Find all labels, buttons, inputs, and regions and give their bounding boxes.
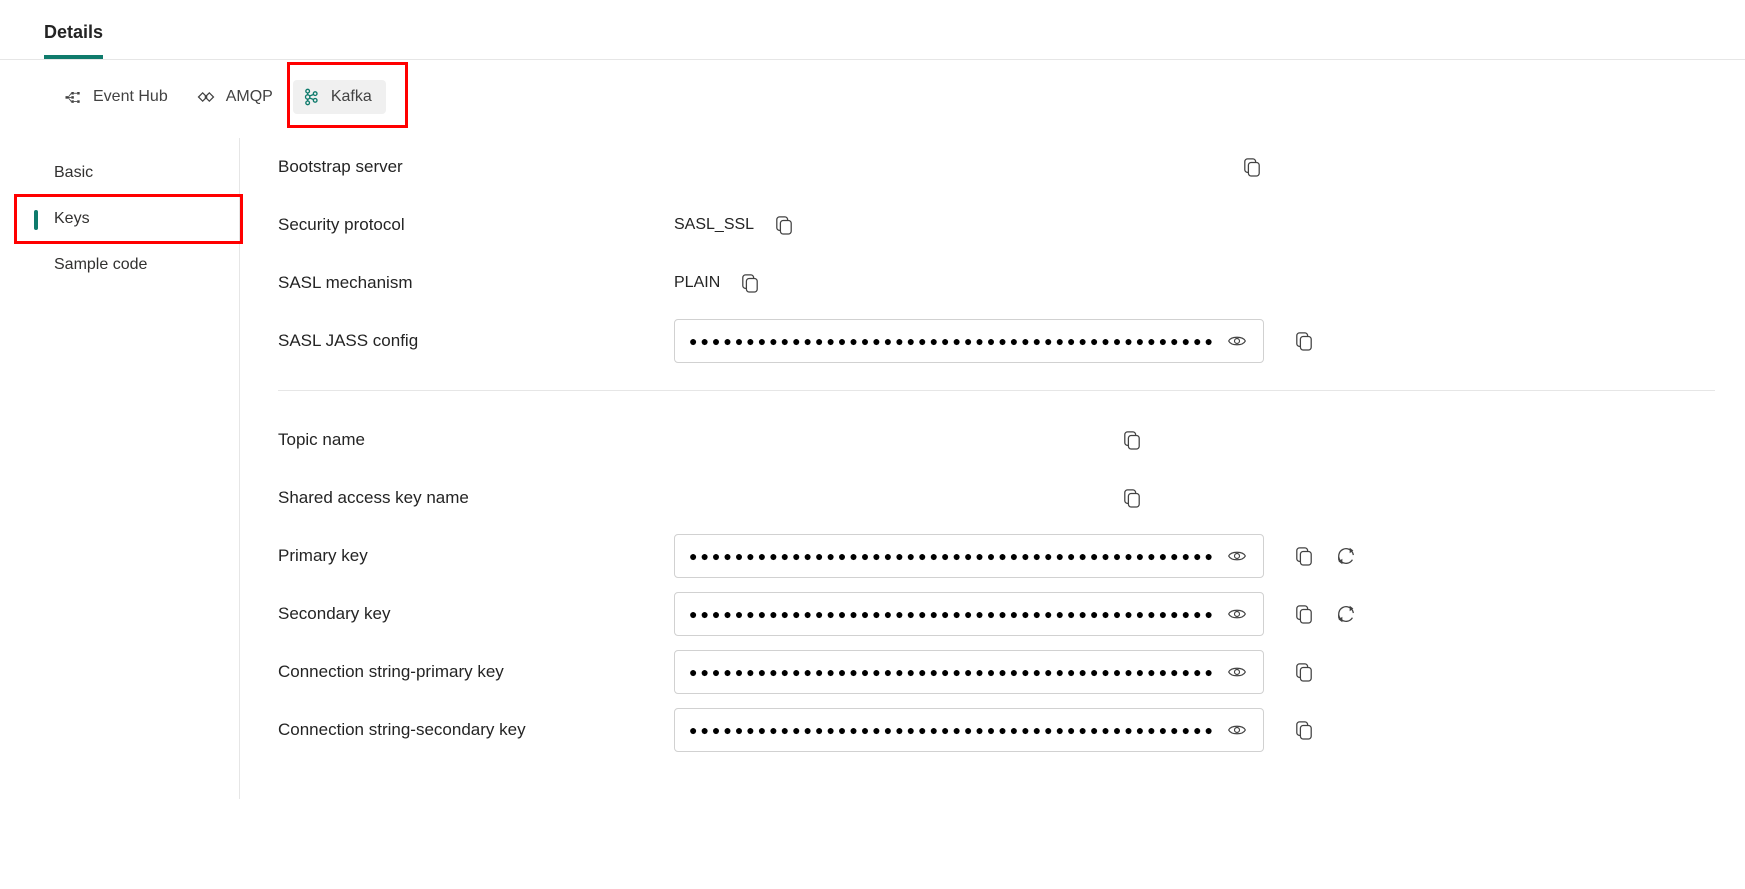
secret-input-secondary-key[interactable]: ●●●●●●●●●●●●●●●●●●●●●●●●●●●●●●●●●●●●●●●●…	[674, 592, 1264, 636]
label-sasl-mechanism: SASL mechanism	[278, 273, 674, 293]
row-primary-key: Primary key ●●●●●●●●●●●●●●●●●●●●●●●●●●●●…	[278, 527, 1715, 585]
copy-icon[interactable]	[772, 213, 796, 237]
main-content: Bootstrap server Security protocol SASL_…	[240, 138, 1745, 799]
copy-icon[interactable]	[1292, 544, 1316, 568]
refresh-icon[interactable]	[1334, 544, 1358, 568]
masked-value: ●●●●●●●●●●●●●●●●●●●●●●●●●●●●●●●●●●●●●●●●…	[689, 606, 1215, 622]
masked-value: ●●●●●●●●●●●●●●●●●●●●●●●●●●●●●●●●●●●●●●●●…	[689, 722, 1215, 738]
tab-amqp-label: AMQP	[226, 88, 273, 106]
row-conn-primary: Connection string-primary key ●●●●●●●●●●…	[278, 643, 1715, 701]
copy-icon[interactable]	[1120, 428, 1144, 452]
copy-icon[interactable]	[1120, 486, 1144, 510]
copy-icon[interactable]	[1292, 718, 1316, 742]
label-sasl-jass-config: SASL JASS config	[278, 331, 674, 351]
secret-input-primary-key[interactable]: ●●●●●●●●●●●●●●●●●●●●●●●●●●●●●●●●●●●●●●●●…	[674, 534, 1264, 578]
event-hub-icon	[63, 87, 83, 107]
refresh-icon[interactable]	[1334, 602, 1358, 626]
side-item-keys[interactable]: Keys	[0, 196, 239, 242]
copy-icon[interactable]	[738, 271, 762, 295]
row-sasl-mechanism: SASL mechanism PLAIN	[278, 254, 1715, 312]
row-secondary-key: Secondary key ●●●●●●●●●●●●●●●●●●●●●●●●●●…	[278, 585, 1715, 643]
masked-value: ●●●●●●●●●●●●●●●●●●●●●●●●●●●●●●●●●●●●●●●●…	[689, 333, 1215, 349]
eye-icon[interactable]	[1225, 718, 1249, 742]
section-divider	[278, 390, 1715, 391]
label-secondary-key: Secondary key	[278, 604, 674, 624]
row-shared-access-key-name: Shared access key name	[278, 469, 1715, 527]
masked-value: ●●●●●●●●●●●●●●●●●●●●●●●●●●●●●●●●●●●●●●●●…	[689, 664, 1215, 680]
eye-icon[interactable]	[1225, 544, 1249, 568]
label-shared-access-key-name: Shared access key name	[278, 488, 674, 508]
kafka-icon	[301, 87, 321, 107]
tab-kafka[interactable]: Kafka	[293, 80, 386, 114]
row-topic-name: Topic name	[278, 411, 1715, 469]
tab-amqp[interactable]: AMQP	[188, 80, 287, 114]
label-conn-secondary: Connection string-secondary key	[278, 720, 674, 740]
tab-kafka-label: Kafka	[331, 88, 372, 106]
tab-event-hub-label: Event Hub	[93, 88, 168, 106]
eye-icon[interactable]	[1225, 329, 1249, 353]
value-security-protocol: SASL_SSL	[674, 216, 754, 234]
row-sasl-jass-config: SASL JASS config ●●●●●●●●●●●●●●●●●●●●●●●…	[278, 312, 1715, 370]
secret-input-sasl-jass[interactable]: ●●●●●●●●●●●●●●●●●●●●●●●●●●●●●●●●●●●●●●●●…	[674, 319, 1264, 363]
row-bootstrap-server: Bootstrap server	[278, 138, 1715, 196]
tab-event-hub[interactable]: Event Hub	[55, 80, 182, 114]
label-conn-primary: Connection string-primary key	[278, 662, 674, 682]
masked-value: ●●●●●●●●●●●●●●●●●●●●●●●●●●●●●●●●●●●●●●●●…	[689, 548, 1215, 564]
amqp-icon	[196, 87, 216, 107]
copy-icon[interactable]	[1292, 329, 1316, 353]
label-security-protocol: Security protocol	[278, 215, 674, 235]
tab-details[interactable]: Details	[44, 22, 103, 59]
side-nav: Basic Keys Sample code	[0, 138, 240, 799]
label-primary-key: Primary key	[278, 546, 674, 566]
copy-icon[interactable]	[1240, 155, 1264, 179]
top-tabs: Details	[0, 0, 1745, 60]
side-item-basic[interactable]: Basic	[0, 150, 239, 196]
value-sasl-mechanism: PLAIN	[674, 274, 720, 292]
protocol-tabs: Event Hub AMQP Kafka	[0, 60, 1745, 138]
eye-icon[interactable]	[1225, 660, 1249, 684]
row-security-protocol: Security protocol SASL_SSL	[278, 196, 1715, 254]
row-conn-secondary: Connection string-secondary key ●●●●●●●●…	[278, 701, 1715, 759]
copy-icon[interactable]	[1292, 602, 1316, 626]
copy-icon[interactable]	[1292, 660, 1316, 684]
label-topic-name: Topic name	[278, 430, 674, 450]
side-item-sample-code[interactable]: Sample code	[0, 242, 239, 288]
secret-input-conn-primary[interactable]: ●●●●●●●●●●●●●●●●●●●●●●●●●●●●●●●●●●●●●●●●…	[674, 650, 1264, 694]
label-bootstrap-server: Bootstrap server	[278, 157, 674, 177]
secret-input-conn-secondary[interactable]: ●●●●●●●●●●●●●●●●●●●●●●●●●●●●●●●●●●●●●●●●…	[674, 708, 1264, 752]
eye-icon[interactable]	[1225, 602, 1249, 626]
